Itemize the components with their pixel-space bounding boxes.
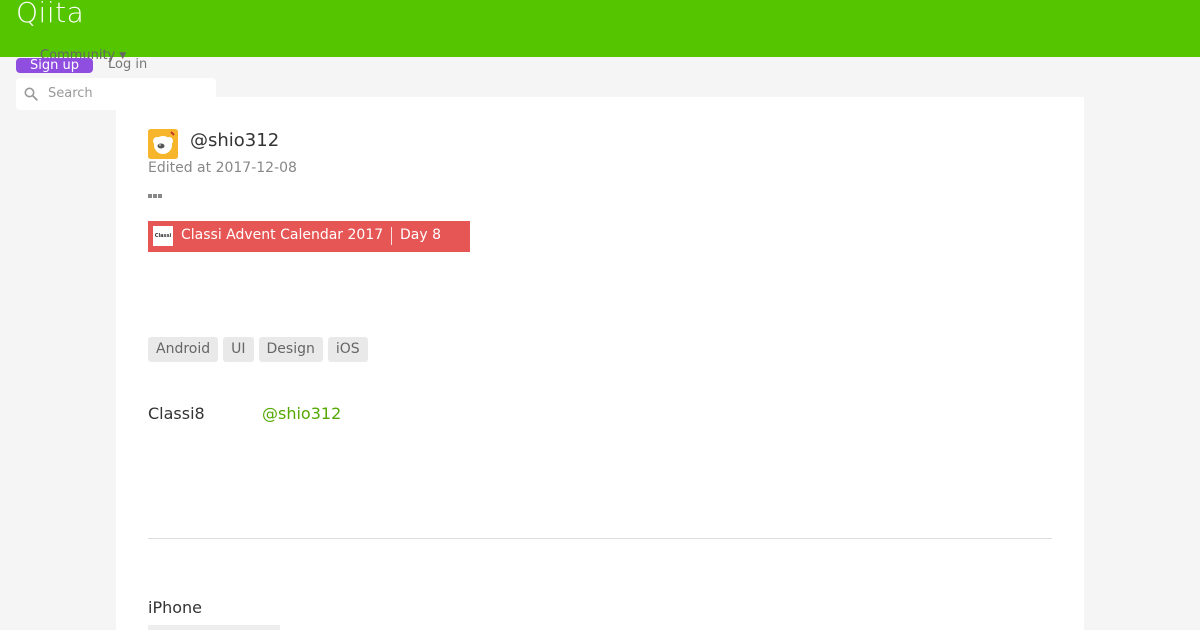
article-card: @shio312 Edited at 2017-12-08 Classi Cla…: [116, 97, 1084, 630]
faded-text-line: [148, 625, 280, 630]
search-placeholder: Search: [48, 86, 93, 101]
section-heading: iPhone: [148, 598, 203, 617]
chevron-down-icon: ▼: [119, 51, 127, 61]
search-icon: [24, 87, 38, 101]
tag-ui[interactable]: UI: [223, 337, 254, 362]
advent-calendar-banner[interactable]: Classi Classi Advent Calendar 2017 Day 8: [148, 221, 470, 252]
tag-android[interactable]: Android: [148, 337, 219, 362]
search-input[interactable]: Search: [16, 78, 216, 110]
classi-logo: Classi: [153, 226, 173, 246]
tag-design[interactable]: Design: [258, 337, 323, 362]
more-icon[interactable]: [148, 183, 164, 198]
qiita-logo[interactable]: Qiita: [16, 0, 84, 29]
avatar[interactable]: [148, 129, 178, 159]
top-header: Qiita: [0, 0, 1200, 57]
advent-calendar-title: Classi Advent Calendar 2017: [181, 227, 384, 243]
advent-divider: [391, 227, 392, 245]
advent-calendar-day: Day 8: [400, 227, 442, 243]
signup-button[interactable]: Sign up: [16, 58, 93, 73]
author-link[interactable]: @shio312: [262, 404, 341, 423]
tag-list: Android UI Design iOS: [148, 337, 373, 362]
author-username[interactable]: @shio312: [190, 130, 279, 151]
organization-name: Classi8: [148, 404, 205, 423]
section-divider: [148, 538, 1052, 539]
edited-date: Edited at 2017-12-08: [148, 160, 297, 176]
sheep-avatar-icon: [148, 129, 178, 159]
tag-ios[interactable]: iOS: [327, 337, 368, 362]
